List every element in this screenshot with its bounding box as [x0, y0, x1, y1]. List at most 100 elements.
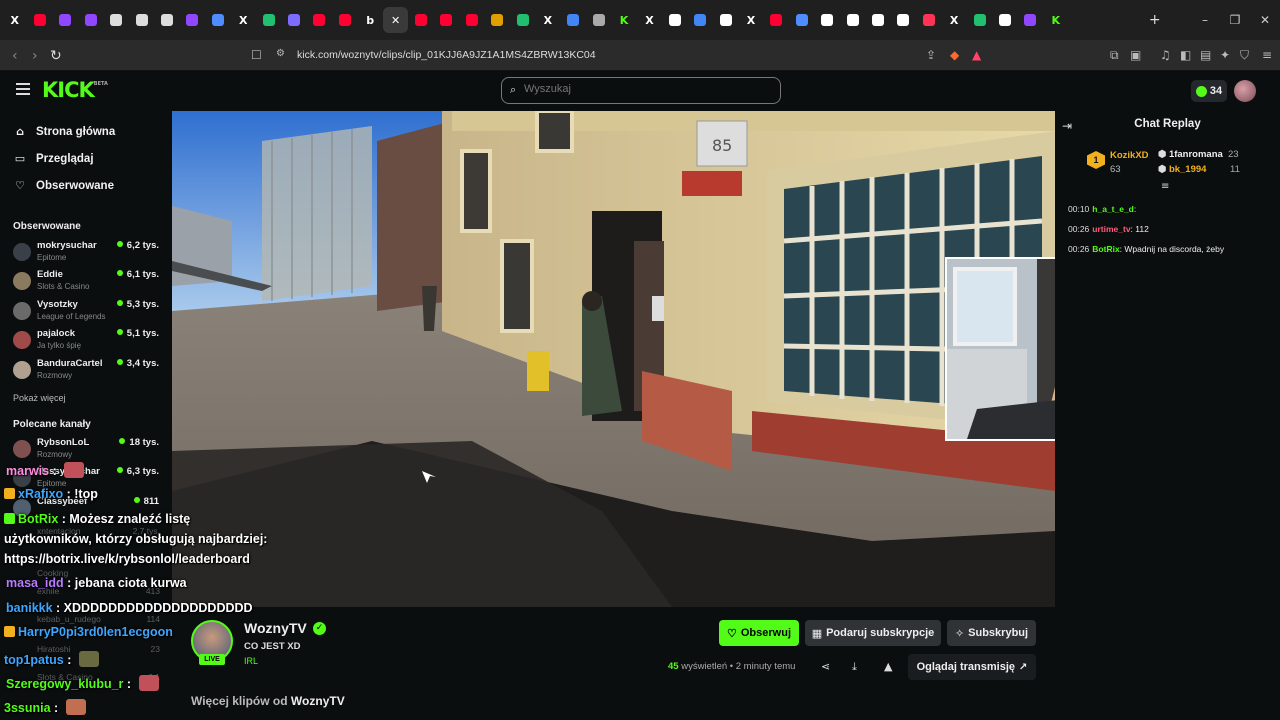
subscribe-button[interactable]: ✧ Subskrybuj [947, 620, 1036, 646]
gift-subs-button[interactable]: ▦ Podaruj subskrypcje [805, 620, 941, 646]
forward-icon[interactable]: › [32, 48, 38, 64]
overlay-chat-username: 3ssunia [4, 701, 51, 715]
chat-username[interactable]: h_a_t_e_d [1092, 204, 1134, 214]
browser-tab[interactable] [586, 7, 611, 33]
sidebar-channel[interactable]: RybsonLoL Rozmowy 18 tys. [13, 437, 163, 465]
gifter-1-name[interactable]: ⬢ 1fanromana [1158, 149, 1223, 160]
browser-tab[interactable]: X [535, 7, 560, 33]
browser-tab[interactable] [256, 7, 281, 33]
follow-button[interactable]: ♡ Obserwuj [719, 620, 799, 646]
reload-icon[interactable]: ↻ [50, 48, 62, 64]
browser-tab[interactable] [992, 7, 1017, 33]
report-icon[interactable]: ▲ [884, 660, 892, 673]
browser-tab[interactable] [510, 7, 535, 33]
browser-tab[interactable] [789, 7, 814, 33]
show-more-link[interactable]: Pokaż więcej [13, 393, 66, 403]
browser-tab[interactable] [688, 7, 713, 33]
clip-video-player[interactable]: 85 [172, 111, 1055, 607]
extensions-icon[interactable]: ⧉ [1110, 48, 1119, 63]
browser-tab[interactable] [154, 7, 179, 33]
search-input[interactable] [524, 83, 764, 95]
new-tab-button[interactable]: + [1142, 7, 1167, 33]
url-field[interactable]: kick.com/woznytv/clips/clip_01KJJ6A9JZ1A… [297, 49, 596, 61]
chat-username[interactable]: BotRix [1092, 244, 1119, 254]
screenshot-icon[interactable]: ▣ [1130, 48, 1141, 62]
share-icon[interactable]: ⇪ [926, 48, 936, 62]
browser-tab[interactable] [764, 7, 789, 33]
kick-logo[interactable]: KICKBETA [42, 78, 108, 102]
x-icon: X [746, 13, 756, 27]
user-avatar[interactable] [1234, 80, 1256, 102]
browser-tab[interactable]: K [611, 7, 636, 33]
browser-tab[interactable] [815, 7, 840, 33]
browser-tab[interactable]: X [2, 7, 27, 33]
browser-tab[interactable]: X [941, 7, 966, 33]
media-icon[interactable]: ♫ [1160, 48, 1171, 62]
sidebar-channel[interactable]: Vysotzky League of Legends 5,3 tys. [13, 299, 163, 327]
browser-tab[interactable] [484, 7, 509, 33]
browser-tab[interactable] [891, 7, 916, 33]
sidebar-channel[interactable]: Eddie Slots & Casino 6,1 tys. [13, 269, 163, 297]
browser-tab[interactable] [1018, 7, 1043, 33]
browser-tab[interactable] [459, 7, 484, 33]
browser-tab[interactable] [205, 7, 230, 33]
browser-tab[interactable] [104, 7, 129, 33]
sidebar-channel[interactable]: mokrysuchar Epitome 6,2 tys. [13, 240, 163, 268]
maximize-button[interactable]: ❐ [1220, 0, 1250, 40]
menu-icon[interactable]: ≡ [1262, 48, 1272, 62]
browser-tab[interactable] [662, 7, 687, 33]
browser-tab[interactable] [78, 7, 103, 33]
vpn-icon[interactable]: ⛉ [1240, 48, 1249, 63]
top-gifter-name[interactable]: KozikXD [1110, 150, 1149, 161]
browser-tab[interactable] [129, 7, 154, 33]
clip-category[interactable]: IRL [244, 656, 258, 666]
browser-tab[interactable] [916, 7, 941, 33]
nav-browse[interactable]: ▭ Przeglądaj [14, 152, 94, 165]
browser-tab[interactable]: K [1043, 7, 1068, 33]
live-badge: LIVE [199, 654, 225, 665]
browser-tab[interactable] [307, 7, 332, 33]
minimize-button[interactable]: – [1190, 0, 1220, 40]
leo-icon[interactable]: ✦ [1220, 48, 1230, 62]
browser-tab[interactable]: X [738, 7, 763, 33]
browser-tab[interactable] [53, 7, 78, 33]
browser-tab[interactable] [967, 7, 992, 33]
nav-home[interactable]: ⌂ Strona główna [14, 125, 115, 138]
streamer-name[interactable]: WoznyTV [244, 620, 307, 636]
search-box[interactable]: ⌕ [501, 77, 781, 104]
browser-tab[interactable] [434, 7, 459, 33]
sidebar-channel[interactable]: BanduraCartel Rozmowy 3,4 tys. [13, 358, 163, 386]
site-info-icon[interactable]: ⚙ [276, 48, 285, 59]
watch-stream-button[interactable]: Oglądaj transmisję ↗ [908, 654, 1036, 680]
browser-tab[interactable] [332, 7, 357, 33]
bookmark-icon[interactable]: ☐ [251, 48, 262, 62]
expand-pinned-icon[interactable]: ≡ [1161, 181, 1169, 192]
browser-tab[interactable] [27, 7, 52, 33]
browser-tab[interactable] [561, 7, 586, 33]
browser-tab[interactable] [180, 7, 205, 33]
browser-tab[interactable]: b [357, 7, 382, 33]
brave-rewards-icon[interactable]: ▲ [972, 48, 981, 62]
download-icon[interactable]: ⤓ [852, 660, 857, 674]
svg-text:85: 85 [712, 136, 732, 155]
browser-tab[interactable]: X [231, 7, 256, 33]
browser-tab[interactable]: ✕ [382, 7, 409, 33]
sidebar-channel[interactable]: pajalock Ja tylko śpię 5,1 tys. [13, 328, 163, 356]
close-window-button[interactable]: ✕ [1250, 0, 1280, 40]
wallet-icon[interactable]: ▤ [1200, 48, 1211, 62]
browser-tab[interactable] [713, 7, 738, 33]
hamburger-menu-icon[interactable] [16, 83, 30, 95]
back-icon[interactable]: ‹ [12, 48, 18, 64]
browser-tab[interactable] [408, 7, 433, 33]
brave-shield-icon[interactable]: ◆ [950, 48, 959, 62]
browser-tab[interactable] [840, 7, 865, 33]
share-icon[interactable]: ⋖ [821, 660, 830, 673]
browser-tab[interactable] [281, 7, 306, 33]
kicks-balance[interactable]: 34 [1191, 80, 1227, 102]
browser-tab[interactable]: X [637, 7, 662, 33]
browser-tab[interactable] [865, 7, 890, 33]
gifter-2-name[interactable]: ⬢ bk_1994 [1158, 164, 1206, 175]
sidebar-icon[interactable]: ◧ [1180, 48, 1191, 62]
chat-username[interactable]: urtime_tv [1092, 224, 1130, 234]
nav-following[interactable]: ♡ Obserwowane [14, 179, 114, 192]
